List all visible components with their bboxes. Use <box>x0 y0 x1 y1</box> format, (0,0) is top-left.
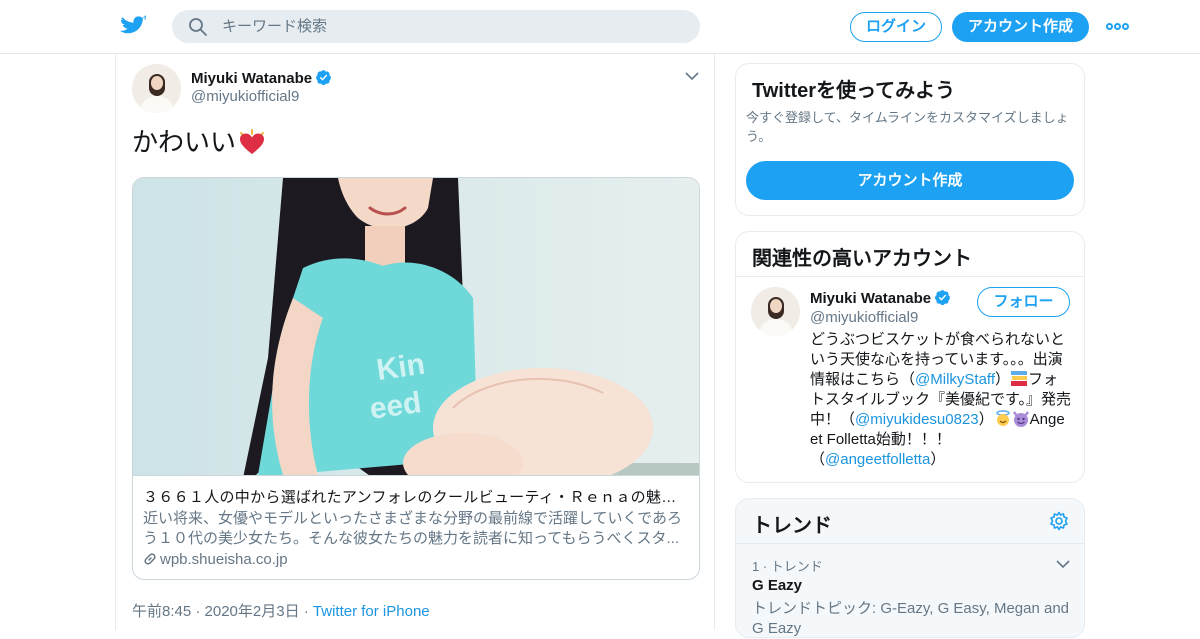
gear-icon[interactable] <box>1049 511 1069 531</box>
author-name[interactable]: Miyuki Watanabe <box>191 69 332 87</box>
search-bar[interactable] <box>172 10 700 43</box>
divider <box>736 543 1084 544</box>
card-title[interactable]: ３６６１人の中から選ばれたアンフォレのクールビューティ・Ｒｅｎａの魅力... <box>143 486 689 507</box>
devil-emoji-icon <box>1012 411 1029 427</box>
signup-module-title: Twitterを使ってみよう <box>752 80 956 102</box>
signup-button[interactable]: アカウント作成 <box>952 12 1089 42</box>
trend-topics: トレンドトピック: G-Eazy, G Easy, Megan and G Ea… <box>752 600 1070 637</box>
search-input[interactable] <box>222 10 682 43</box>
trends-module-title: トレンド <box>752 515 832 537</box>
svg-text:Kin: Kin <box>375 348 427 387</box>
mention-link[interactable]: @MilkyStaff <box>915 371 995 388</box>
books-emoji-icon <box>1011 371 1027 386</box>
tweet-timestamp[interactable]: 午前8:45 · 2020年2月3日 · <box>132 603 309 620</box>
angel-emoji-icon <box>995 410 1010 426</box>
related-accounts-module: 関連性の高いアカウント Miyuki Watanabe @miyukioffic… <box>735 231 1085 483</box>
related-account-bio: どうぶつビスケットが食べられないという天使な心を持っています。。。出演情報はこち… <box>810 331 1072 468</box>
card-body: ３６６１人の中から選ばれたアンフォレのクールビューティ・Ｒｅｎａの魅力... 近… <box>133 475 699 579</box>
signup-module-button[interactable]: アカウント作成 <box>746 161 1074 200</box>
related-account-handle[interactable]: @miyukiofficial9 <box>810 309 918 326</box>
trend-meta: 1 · トレンド <box>752 559 823 574</box>
link-icon <box>144 553 156 565</box>
login-button[interactable]: ログイン <box>850 12 942 42</box>
heart-emoji-icon <box>240 129 265 154</box>
card-description: 近い将来、女優やモデルといったさまざまな分野の最前線で活躍していくであろう１０代… <box>143 510 682 547</box>
tweet-text: かわいい <box>132 122 266 159</box>
trends-module: トレンド 1 · トレンド G Eazy トレンドトピック: G-Eazy, G… <box>735 498 1085 638</box>
trend-name[interactable]: G Eazy <box>752 577 802 594</box>
chevron-down-icon[interactable] <box>1056 559 1070 569</box>
divider <box>736 276 1084 277</box>
related-account-avatar[interactable] <box>751 287 800 336</box>
card-domain: wpb.shueisha.co.jp <box>143 551 288 568</box>
chevron-down-icon[interactable] <box>685 71 699 81</box>
signup-module: Twitterを使ってみよう 今すぐ登録して、タイムラインをカスタマイズしましょ… <box>735 63 1085 216</box>
top-navigation-bar: ログイン アカウント作成 <box>0 0 1200 54</box>
author-handle[interactable]: @miyukiofficial9 <box>191 88 299 105</box>
more-dots-icon[interactable] <box>1106 23 1130 31</box>
tweet-source-link[interactable]: Twitter for iPhone <box>313 603 430 620</box>
related-module-title: 関連性の高いアカウント <box>752 248 972 270</box>
link-card[interactable]: Kin eed ３６６１人の中から選ばれたアンフォレのクールビューティ・Ｒｅｎａ… <box>132 177 700 580</box>
tweet-detail: Miyuki Watanabe @miyukiofficial9 かわいい Ki… <box>115 54 715 630</box>
related-account-name[interactable]: Miyuki Watanabe <box>810 289 951 307</box>
search-icon <box>189 18 207 36</box>
avatar[interactable] <box>132 64 181 113</box>
mention-link[interactable]: @miyukidesu0823 <box>855 411 979 428</box>
signup-module-subtitle: 今すぐ登録して、タイムラインをカスタマイズしましょう。 <box>746 110 1069 144</box>
mention-link[interactable]: @angeetfolletta <box>825 451 930 468</box>
verified-badge-icon <box>316 70 332 86</box>
twitter-bird-icon[interactable] <box>120 14 146 38</box>
tweet-metadata: 午前8:45 · 2020年2月3日 · Twitter for iPhone <box>132 600 430 621</box>
follow-button[interactable]: フォロー <box>977 287 1070 317</box>
verified-badge-icon <box>935 290 951 306</box>
card-image: Kin eed <box>133 178 699 475</box>
